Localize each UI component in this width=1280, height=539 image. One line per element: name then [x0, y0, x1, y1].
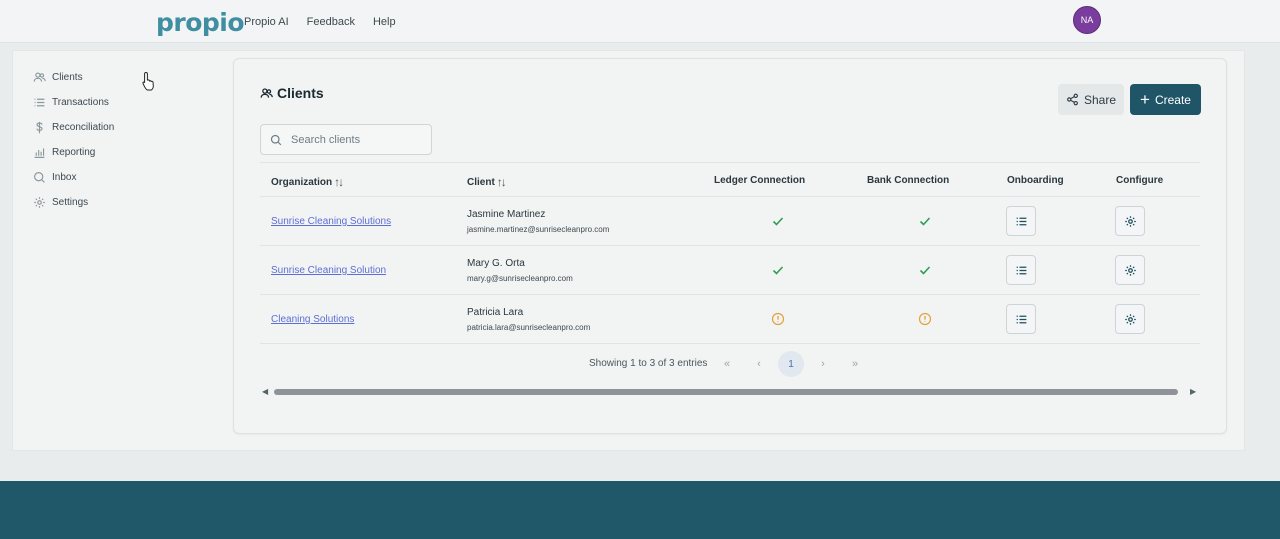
- users-icon: [260, 87, 273, 98]
- check-icon: [772, 217, 784, 226]
- footer-band: [0, 481, 1280, 539]
- pagination-info: Showing 1 to 3 of 3 entries: [589, 358, 708, 369]
- clients-panel: Clients Share + Create Organization ↑↓ C…: [233, 58, 1227, 434]
- top-nav: Propio AI Feedback Help: [244, 16, 414, 28]
- column-label: Ledger Connection: [714, 175, 806, 186]
- sidebar-item-label: Inbox: [52, 172, 77, 183]
- share-icon: [1067, 93, 1078, 106]
- table-row: Sunrise Cleaning Solution Mary G. Orta mar…: [260, 246, 1200, 295]
- check-icon: [919, 217, 931, 226]
- scrollbar-thumb[interactable]: [274, 389, 1178, 395]
- client-name: Patricia Lara: [467, 307, 524, 318]
- column-label: Client: [467, 176, 495, 188]
- column-header-configure: Configure: [1116, 175, 1163, 186]
- first-page-button[interactable]: «: [718, 355, 736, 373]
- sidebar-item-clients[interactable]: Clients: [33, 65, 223, 90]
- page-title: Clients: [260, 85, 324, 101]
- page-title-text: Clients: [277, 85, 324, 101]
- column-header-ledger: Ledger Connection: [714, 175, 805, 186]
- list-icon: [34, 98, 45, 107]
- users-icon: [33, 72, 46, 82]
- prev-page-button[interactable]: ‹: [750, 355, 768, 373]
- sort-icon[interactable]: ↑↓: [497, 175, 507, 189]
- dollar-icon: [36, 121, 43, 134]
- share-button-label: Share: [1083, 92, 1117, 107]
- configure-button[interactable]: [1115, 206, 1145, 236]
- check-icon: [919, 266, 931, 275]
- user-avatar[interactable]: NA: [1073, 6, 1101, 34]
- column-label: Bank Connection: [867, 175, 950, 186]
- hand-cursor-icon: [142, 71, 154, 91]
- configure-button[interactable]: [1115, 304, 1145, 334]
- sidebar-item-reporting[interactable]: Reporting: [33, 140, 223, 165]
- gear-icon: [1124, 264, 1136, 276]
- checklist-icon: [1016, 315, 1026, 323]
- sidebar-item-label: Clients: [52, 72, 83, 83]
- sidebar-item-reconciliation[interactable]: Reconciliation: [33, 115, 223, 140]
- client-email: mary.g@sunrisecleanpro.com: [467, 274, 573, 283]
- top-bar: propio Propio AI Feedback Help NA: [0, 0, 1280, 43]
- client-name: Mary G. Orta: [467, 258, 525, 269]
- client-email: patricia.lara@sunrisecleanpro.com: [467, 323, 591, 332]
- onboarding-button[interactable]: [1006, 255, 1036, 285]
- propio-logo[interactable]: propio: [156, 8, 245, 37]
- create-button[interactable]: + Create: [1130, 84, 1201, 115]
- create-button-label: Create: [1154, 92, 1191, 107]
- inbox-icon: [34, 172, 45, 183]
- organization-link[interactable]: Sunrise Cleaning Solutions: [271, 216, 391, 227]
- nav-propio-ai[interactable]: Propio AI: [244, 16, 289, 28]
- scroll-left-icon[interactable]: ◀: [262, 387, 268, 396]
- warning-icon: [771, 312, 785, 326]
- search-input[interactable]: [291, 133, 421, 146]
- sidebar-item-inbox[interactable]: Inbox: [33, 165, 223, 190]
- sidebar-item-label: Settings: [52, 197, 89, 208]
- sidebar-item-transactions[interactable]: Transactions: [33, 90, 223, 115]
- column-label: Configure: [1116, 175, 1164, 186]
- sort-icon[interactable]: ↑↓: [334, 175, 344, 189]
- last-page-button[interactable]: »: [846, 355, 864, 373]
- plus-icon: +: [1140, 90, 1150, 109]
- configure-button[interactable]: [1115, 255, 1145, 285]
- column-label: Onboarding: [1007, 175, 1064, 186]
- table-header: Organization ↑↓ Client ↑↓ Ledger Connect…: [260, 162, 1200, 197]
- client-name: Jasmine Martinez: [467, 209, 546, 220]
- column-header-bank: Bank Connection: [867, 175, 949, 186]
- warning-icon: [918, 312, 932, 326]
- checklist-icon: [1016, 217, 1026, 225]
- sidebar-item-settings[interactable]: Settings: [33, 190, 223, 215]
- gear-icon: [1124, 215, 1136, 227]
- sidebar-item-label: Transactions: [52, 97, 109, 108]
- table-row: Sunrise Cleaning Solutions Jasmine Martin…: [260, 197, 1200, 246]
- check-icon: [772, 266, 784, 275]
- organization-link[interactable]: Cleaning Solutions: [271, 314, 354, 325]
- column-header-onboarding: Onboarding: [1007, 175, 1064, 186]
- search-box: [260, 124, 432, 155]
- clients-table: Organization ↑↓ Client ↑↓ Ledger Connect…: [260, 162, 1200, 396]
- nav-help[interactable]: Help: [373, 16, 396, 28]
- next-page-button[interactable]: ›: [814, 355, 832, 373]
- checklist-icon: [1016, 266, 1026, 274]
- column-label: Organization: [271, 176, 333, 188]
- gear-icon: [34, 197, 45, 208]
- bar-chart-icon: [34, 148, 45, 158]
- horizontal-scrollbar[interactable]: ◀ ▶: [260, 386, 1200, 396]
- search-icon: [270, 134, 282, 145]
- gear-icon: [1124, 313, 1136, 325]
- organization-link[interactable]: Sunrise Cleaning Solution: [271, 265, 386, 276]
- scroll-right-icon[interactable]: ▶: [1190, 387, 1196, 396]
- sidebar-item-label: Reconciliation: [52, 122, 115, 133]
- nav-feedback[interactable]: Feedback: [307, 16, 355, 28]
- onboarding-button[interactable]: [1006, 206, 1036, 236]
- column-header-client[interactable]: Client ↑↓: [467, 175, 507, 189]
- sidebar-item-label: Reporting: [52, 147, 96, 158]
- onboarding-button[interactable]: [1006, 304, 1036, 334]
- page-button-current[interactable]: 1: [778, 351, 804, 377]
- table-row: Cleaning Solutions Patricia Lara patricia.…: [260, 295, 1200, 344]
- sidebar: Clients Transactions Reconciliation Repo…: [33, 65, 223, 215]
- pagination: Showing 1 to 3 of 3 entries « ‹ 1 › »: [260, 351, 1200, 377]
- column-header-organization[interactable]: Organization ↑↓: [271, 175, 344, 189]
- share-button[interactable]: Share: [1058, 84, 1124, 115]
- client-email: jasmine.martinez@sunrisecleanpro.com: [467, 225, 610, 234]
